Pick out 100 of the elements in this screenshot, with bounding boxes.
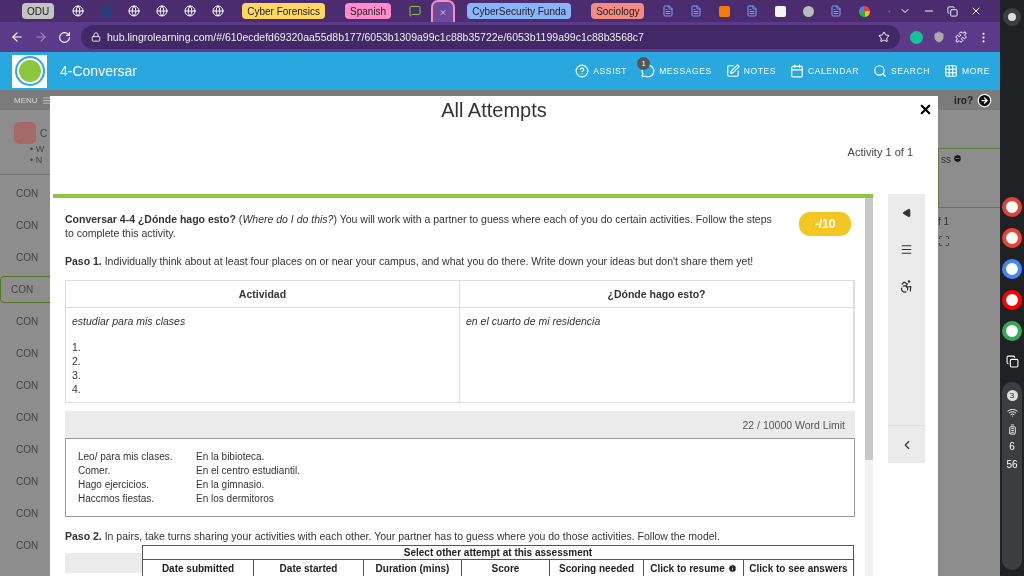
menu-label[interactable]: MENU <box>14 95 38 105</box>
column-header: ¿Dónde hago esto? <box>460 281 854 308</box>
app-icon[interactable] <box>1002 290 1022 310</box>
battery-icon <box>1006 424 1018 435</box>
clock-hour: 6 <box>1009 441 1015 453</box>
site-icon <box>775 5 786 17</box>
wifi-icon <box>1006 407 1018 418</box>
document-icon <box>690 5 703 17</box>
tab-group-label[interactable]: CyberSecurity Funda <box>467 3 572 19</box>
shield-icon[interactable] <box>933 31 945 43</box>
step-text: Paso 1. Individually think about at least four places on or near your campus, and what you do there. Write down your ideas but don't share them yet! <box>65 254 755 268</box>
answer-box[interactable]: Leo/ para mis clases. En la bibioteca. Comer. En el centro estudiantil. Hago ejercicios. En la gimnasio. Haccmos fiestas. En los dermitoros <box>65 438 855 517</box>
globe-icon <box>184 5 197 17</box>
answer-text: Leo/ para mis clases. <box>78 450 174 464</box>
extension-icon[interactable] <box>910 30 923 44</box>
answer-text: Comer. <box>78 464 112 478</box>
site-icon <box>100 5 112 17</box>
bullet-item: • N <box>30 155 44 166</box>
record-button[interactable] <box>1003 8 1021 26</box>
count-badge: 1 <box>637 57 651 70</box>
reload-icon[interactable] <box>58 30 71 44</box>
status-label: ss <box>941 154 951 165</box>
back-icon[interactable] <box>10 30 24 44</box>
nav-link[interactable]: SEARCH <box>873 64 931 78</box>
grid-icon <box>944 64 959 78</box>
accessibility-icon <box>899 279 914 294</box>
chat-icon <box>409 5 422 17</box>
column-header: Duration (mins) <box>364 560 462 576</box>
table-cell-text: en el cuarto de mi residencia <box>466 314 602 328</box>
column-header: Scoring needed <box>550 560 644 576</box>
lock-icon <box>91 32 101 42</box>
browser-tab[interactable] <box>431 0 456 22</box>
app-logo <box>12 54 47 88</box>
page-count: f 1 <box>938 216 951 227</box>
clock-minute: 56 <box>1006 459 1018 471</box>
step-text: Paso 2. In pairs, take turns sharing your activities with each other. Your partner has to guess where you do those activities. Follow the model. <box>65 529 721 543</box>
calendar-icon <box>789 64 804 78</box>
menu-icon <box>900 243 913 256</box>
dialog-title: All Attempts <box>441 98 547 122</box>
close-icon[interactable] <box>970 5 982 17</box>
document-icon <box>662 5 675 17</box>
course-icon <box>14 122 36 144</box>
help-icon <box>575 64 590 78</box>
list-number: 3. <box>72 368 82 382</box>
instructions-text: Conversar 4-4 ¿Dónde hago esto? (Where do I do this?) You will work with a partner to guess where each of you do certain activities. Follow the steps to complete this activity. <box>65 212 773 240</box>
answer-text: En la bibioteca. <box>196 450 265 464</box>
app-icon[interactable] <box>1002 321 1022 341</box>
address-field[interactable]: hub.lingrolearning.com/#/610ecdefd69320aa55d8b177/6053b1309a99c1c88b35722e/6053b1199a99c1c88b3568c7 <box>81 25 900 49</box>
next-icon[interactable] <box>977 93 992 108</box>
bullet-item: • W <box>30 144 46 155</box>
globe-icon <box>72 5 85 17</box>
next-label: iro? <box>954 95 973 106</box>
scrollbar[interactable] <box>865 198 873 576</box>
bookmark-icon[interactable] <box>878 31 890 43</box>
column-header: Date submitted <box>143 560 254 576</box>
answer-text: Haccmos fiestas. <box>78 492 156 506</box>
forward-icon[interactable] <box>34 30 48 44</box>
course-title: C <box>40 127 48 139</box>
tab-group-label[interactable]: Spanish <box>345 3 392 19</box>
column-header: Score <box>462 560 550 576</box>
answer-text: Hago ejercicios. <box>78 478 151 492</box>
globe-icon <box>156 5 169 17</box>
column-header: Click to resume <box>644 560 744 576</box>
globe-icon <box>128 5 141 17</box>
globe-icon <box>212 5 225 17</box>
notes-icon <box>725 64 740 78</box>
tab-group-label[interactable]: Sociology <box>591 3 645 19</box>
answer-text: En los dermitoros <box>196 492 274 506</box>
column-header: Actividad <box>66 281 460 308</box>
caret-left-icon <box>901 207 912 218</box>
fullscreen-icon <box>938 235 950 247</box>
answer-text: En la gimnasio. <box>196 478 265 492</box>
status-tray[interactable]: 3 6 56 <box>1002 382 1022 570</box>
word-count: 22 / 10000 Word Limit <box>742 417 845 432</box>
answer-text: En el centro estudiantil. <box>196 464 300 478</box>
app-icon[interactable] <box>1002 259 1022 279</box>
tab-group-label[interactable]: ODU <box>22 3 55 19</box>
close-icon[interactable] <box>918 102 933 117</box>
table-cell-text: estudiar para mis clases <box>72 314 187 328</box>
column-header: Date started <box>254 560 364 576</box>
extensions-icon[interactable] <box>955 31 967 43</box>
app-icon[interactable] <box>1002 228 1022 248</box>
document-icon <box>830 5 843 17</box>
nav-link[interactable]: CALENDAR <box>789 64 860 78</box>
activity-counter: Activity 1 of 1 <box>847 146 913 160</box>
site-icon <box>719 5 730 17</box>
list-number: 2. <box>72 354 82 368</box>
nav-link[interactable]: NOTES <box>725 64 776 78</box>
restore-icon[interactable] <box>947 5 958 17</box>
document-icon <box>746 5 759 17</box>
menu-icon[interactable] <box>41 95 51 105</box>
column-header: Click to see answers <box>748 561 849 576</box>
list-number: 4. <box>72 382 82 396</box>
nav-link[interactable]: MORE <box>944 64 990 78</box>
app-icon[interactable] <box>1002 197 1022 217</box>
screen-capture-icon[interactable] <box>1005 355 1019 368</box>
score-badge: -/10 <box>799 212 851 236</box>
chat-icon <box>641 64 656 78</box>
nav-link[interactable]: ASSIST <box>575 64 628 78</box>
tab-group-label[interactable]: Cyber Forensics <box>242 3 326 19</box>
